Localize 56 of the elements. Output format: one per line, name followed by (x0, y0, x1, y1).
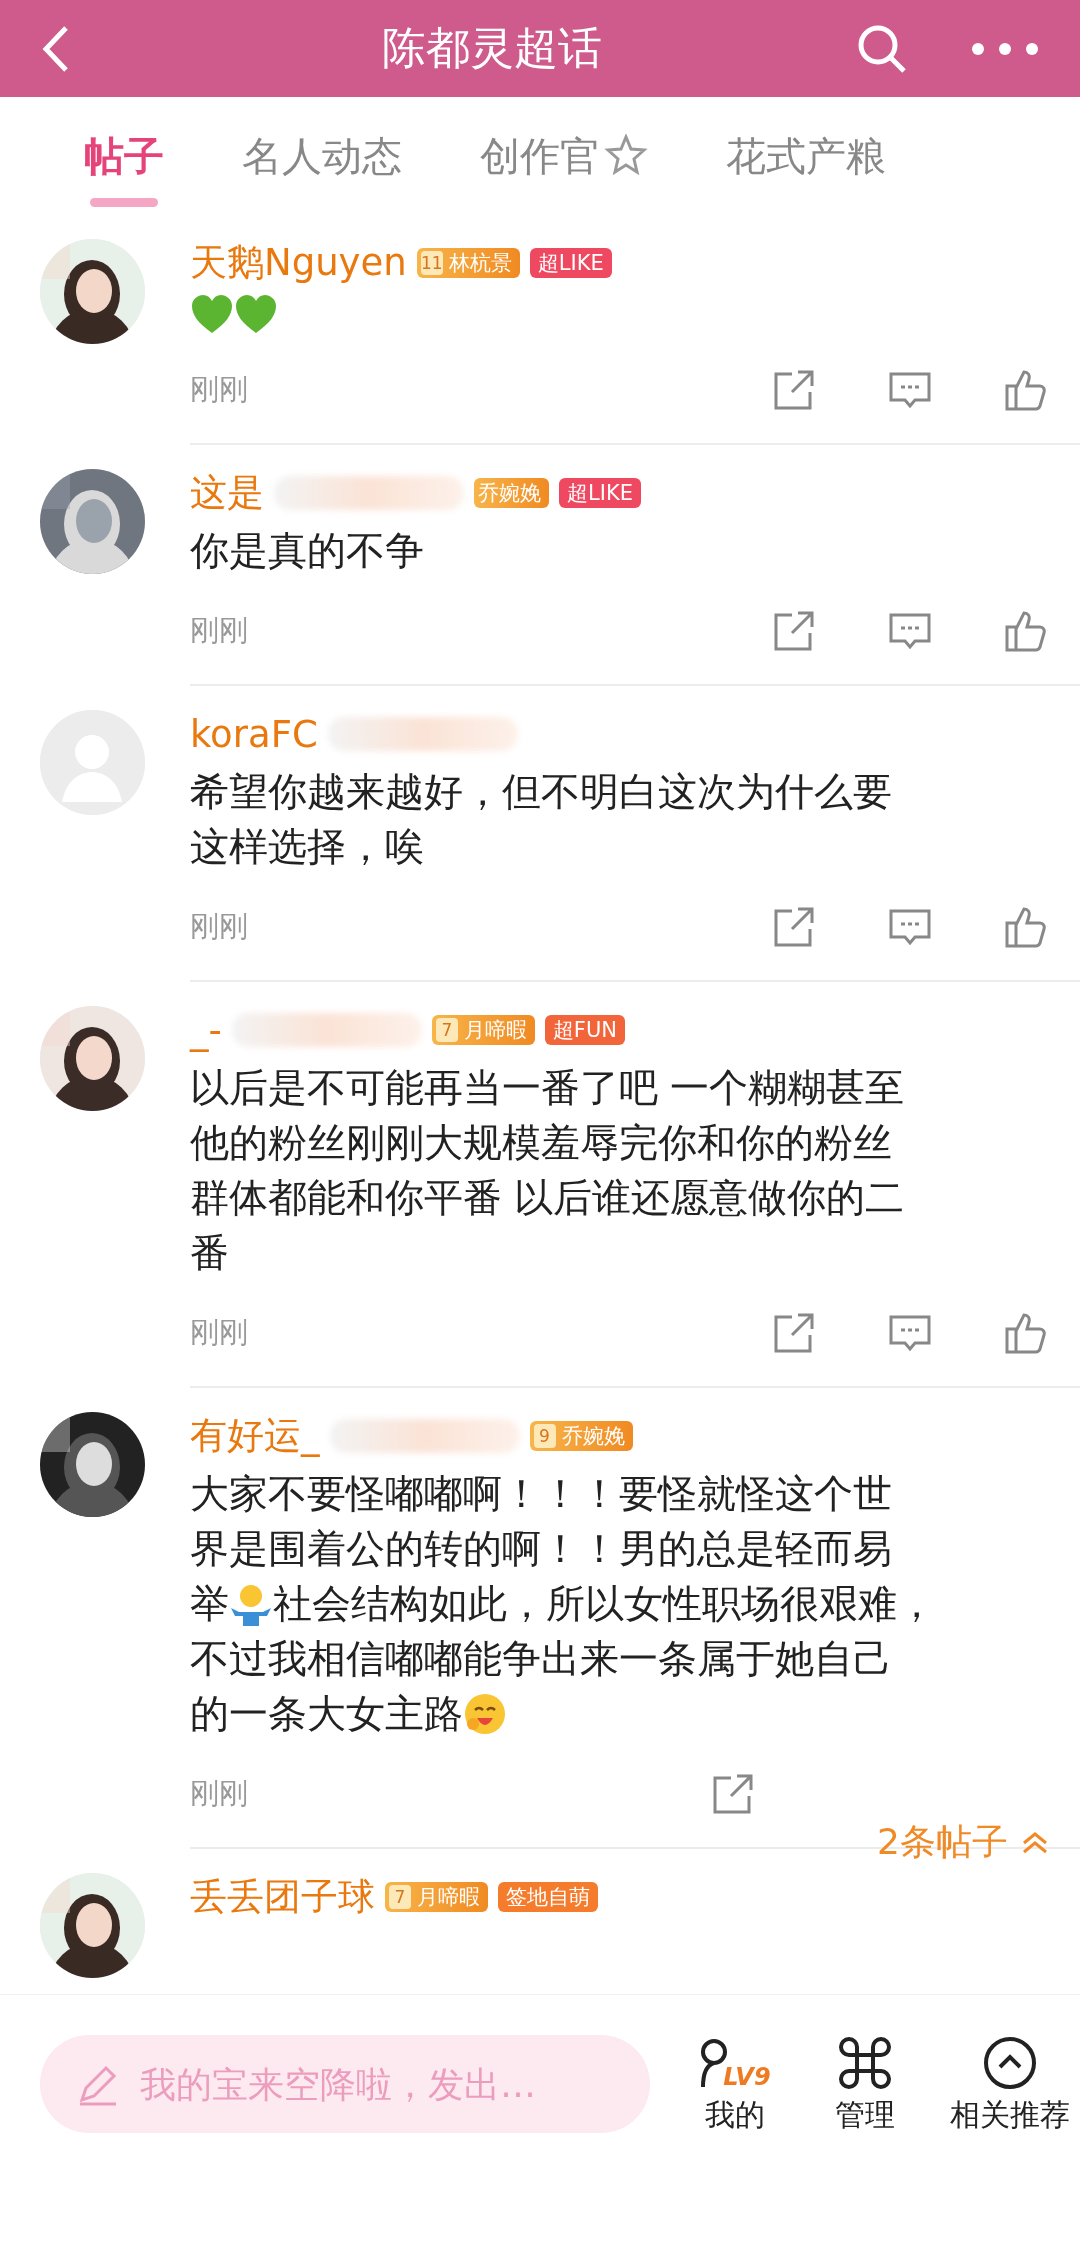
post-time: 刚刚 (190, 1775, 249, 1812)
user-tag: 超LIKE (529, 248, 612, 278)
post-text: 这样选择，唉 (190, 823, 424, 871)
post-input-box[interactable]: 我的宝来空降啦，发出… (40, 2035, 650, 2133)
post-text: 你是真的不争 (190, 527, 424, 575)
more-icon[interactable] (970, 40, 1040, 57)
level-number: 7 (389, 1885, 411, 1909)
fan-badge-label: 乔婉娩 (561, 1423, 625, 1450)
user-name[interactable]: 有好运_ (190, 1411, 320, 1461)
post-text: 的一条大女主路 (190, 1690, 463, 1738)
post-text: 番 (190, 1229, 229, 1277)
chevron-up-icon (1020, 1830, 1050, 1855)
tab[interactable]: 帖子 (84, 121, 164, 191)
nav-button[interactable]: 管理 (820, 2035, 910, 2136)
level-number: 11 (420, 251, 443, 275)
post-time: 刚刚 (190, 612, 249, 649)
post-text: 以后是不可能再当一番了吧 一个糊糊甚至 (190, 1064, 905, 1112)
post-time: 刚刚 (190, 371, 249, 408)
thread-toggle[interactable]: 2条帖子 (877, 1818, 1050, 1867)
hugging-face-emoji-icon (463, 1691, 507, 1736)
post-input-field[interactable]: 我的宝来空降啦，发出… (138, 2062, 650, 2106)
fan-badge-label: 乔婉娩 (478, 480, 541, 507)
user-tag: 超FUN (544, 1015, 626, 1045)
tab-indicator (90, 198, 158, 207)
fan-badge-label: 月啼暇 (417, 1884, 480, 1911)
tab[interactable]: 名人动态 (242, 121, 402, 191)
level-label: LV9 (723, 2063, 771, 2091)
post-text: 他的粉丝刚刚大规模羞辱完你和你的粉丝 (190, 1119, 892, 1167)
tab[interactable]: 花式产粮 (726, 121, 886, 191)
user-tag: 超LIKE (559, 478, 641, 508)
chevron-up-circle-icon (982, 2035, 1038, 2091)
user-name[interactable]: 这是 (190, 468, 264, 518)
post-text: 群体都能和你平番 以后谁还愿意做你的二 (190, 1174, 905, 1222)
user-name[interactable]: 丢丢团子球 (190, 1872, 375, 1922)
user-name[interactable]: 天鹅Nguyen (190, 238, 407, 288)
star-badge-icon (604, 134, 648, 178)
fan-badge-label: 林杭景 (448, 250, 512, 277)
post-text: 希望你越来越好，但不明白这次为什么要 (190, 768, 892, 816)
tab[interactable]: 创作官 (480, 121, 648, 191)
nav-button[interactable]: LV9 我的 (690, 2035, 780, 2136)
page-title: 陈都灵超话 (381, 21, 603, 75)
user-tag: 签地自萌 (498, 1882, 598, 1912)
user-name[interactable]: _- (190, 1008, 222, 1052)
level-number: 9 (533, 1424, 556, 1448)
command-icon (837, 2035, 893, 2091)
post-text: 举 (190, 1580, 229, 1628)
post-time: 刚刚 (190, 908, 249, 945)
post-text: 社会结构如此，所以女性职场很艰难， (273, 1580, 936, 1628)
fan-badge-label: 月啼暇 (463, 1017, 527, 1044)
post-time: 刚刚 (190, 1314, 249, 1351)
user-name[interactable]: koraFC (190, 712, 318, 756)
level-number: 7 (435, 1018, 458, 1042)
post-text: 不过我相信嘟嘟能争出来一条属于她自己 (190, 1635, 892, 1683)
post-text: 界是围着公的转的啊！！男的总是轻而易 (190, 1525, 892, 1573)
post-text: 大家不要怪嘟嘟啊！！！要怪就怪这个世 (190, 1470, 892, 1518)
nav-button[interactable]: 相关推荐 (950, 2035, 1070, 2136)
